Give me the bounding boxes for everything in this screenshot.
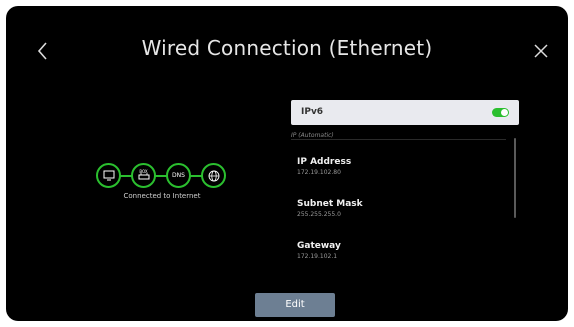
gateway-item[interactable]: Gateway 172.19.102.1 bbox=[297, 241, 497, 260]
ipv6-row[interactable]: IPv6 bbox=[291, 100, 519, 125]
ip-address-item[interactable]: IP Address 172.19.102.80 bbox=[297, 157, 497, 176]
gateway-label: Gateway bbox=[297, 241, 341, 251]
internet-node bbox=[201, 163, 226, 188]
dns-icon: DNS bbox=[172, 172, 185, 179]
gateway-value: 172.19.102.1 bbox=[297, 253, 338, 260]
ipv6-toggle[interactable] bbox=[492, 108, 509, 117]
ip-address-value: 172.19.102.80 bbox=[297, 169, 341, 176]
close-button[interactable] bbox=[532, 42, 550, 60]
subnet-mask-item[interactable]: Subnet Mask 255.255.255.0 bbox=[297, 199, 497, 218]
tv-icon bbox=[103, 170, 114, 181]
ipv6-label: IPv6 bbox=[301, 107, 324, 117]
globe-icon bbox=[208, 170, 219, 181]
subnet-mask-label: Subnet Mask bbox=[297, 199, 363, 209]
page-title: Wired Connection (Ethernet) bbox=[141, 36, 433, 60]
router-node-label: BOX bbox=[139, 169, 148, 174]
subnet-mask-value: 255.255.255.0 bbox=[297, 211, 341, 218]
dns-node: DNS bbox=[166, 163, 191, 188]
connection-status-text: Connected to Internet bbox=[123, 192, 201, 200]
router-node: BOX bbox=[131, 163, 156, 188]
close-icon bbox=[534, 44, 548, 58]
edit-button[interactable]: Edit bbox=[255, 293, 335, 317]
ip-address-label: IP Address bbox=[297, 157, 352, 167]
ip-mode-caption: IP (Automatic) bbox=[291, 132, 334, 139]
tv-node bbox=[96, 163, 121, 188]
connection-diagram: BOX DNS bbox=[94, 161, 234, 191]
scrollbar[interactable] bbox=[514, 138, 516, 218]
divider bbox=[291, 139, 506, 140]
toggle-knob bbox=[501, 109, 508, 116]
tv-settings-screen: Wired Connection (Ethernet) BOX DNS Conn… bbox=[6, 6, 568, 321]
